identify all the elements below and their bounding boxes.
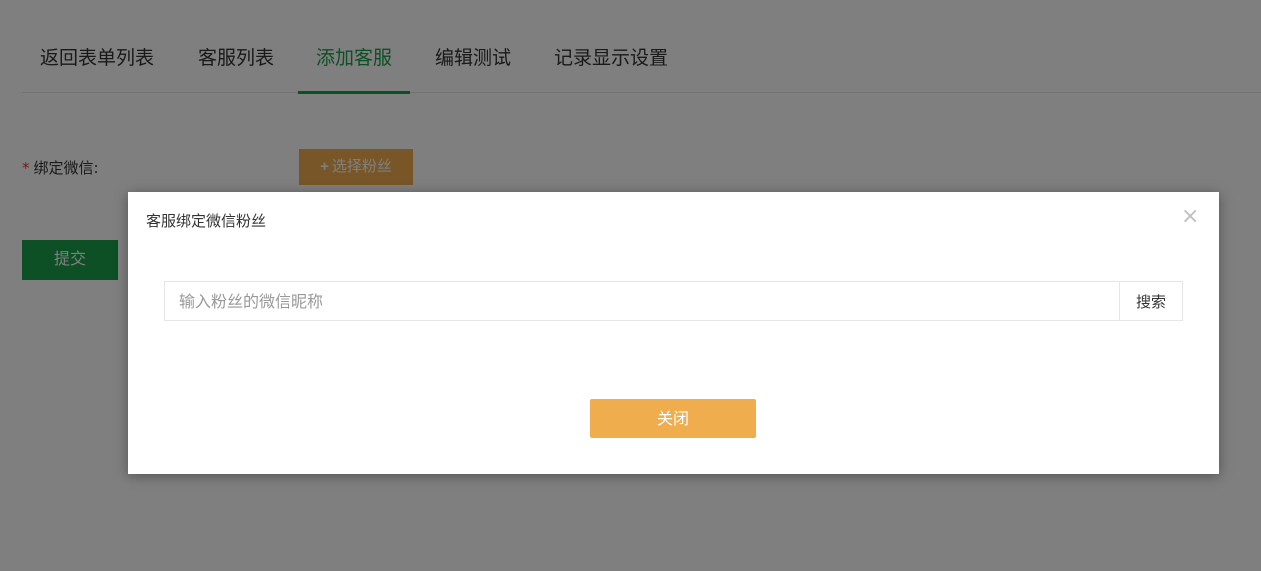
bind-fans-modal: 客服绑定微信粉丝 × 搜索 关闭	[128, 192, 1219, 474]
fans-search-input[interactable]	[165, 282, 1120, 320]
page: 返回表单列表 客服列表 添加客服 编辑测试 记录显示设置 *绑定微信: +选择粉…	[0, 0, 1261, 571]
search-bar: 搜索	[164, 281, 1183, 321]
modal-title: 客服绑定微信粉丝	[146, 212, 267, 230]
search-button[interactable]: 搜索	[1119, 282, 1182, 320]
close-icon[interactable]: ×	[1181, 206, 1199, 228]
close-button[interactable]: 关闭	[590, 399, 756, 438]
